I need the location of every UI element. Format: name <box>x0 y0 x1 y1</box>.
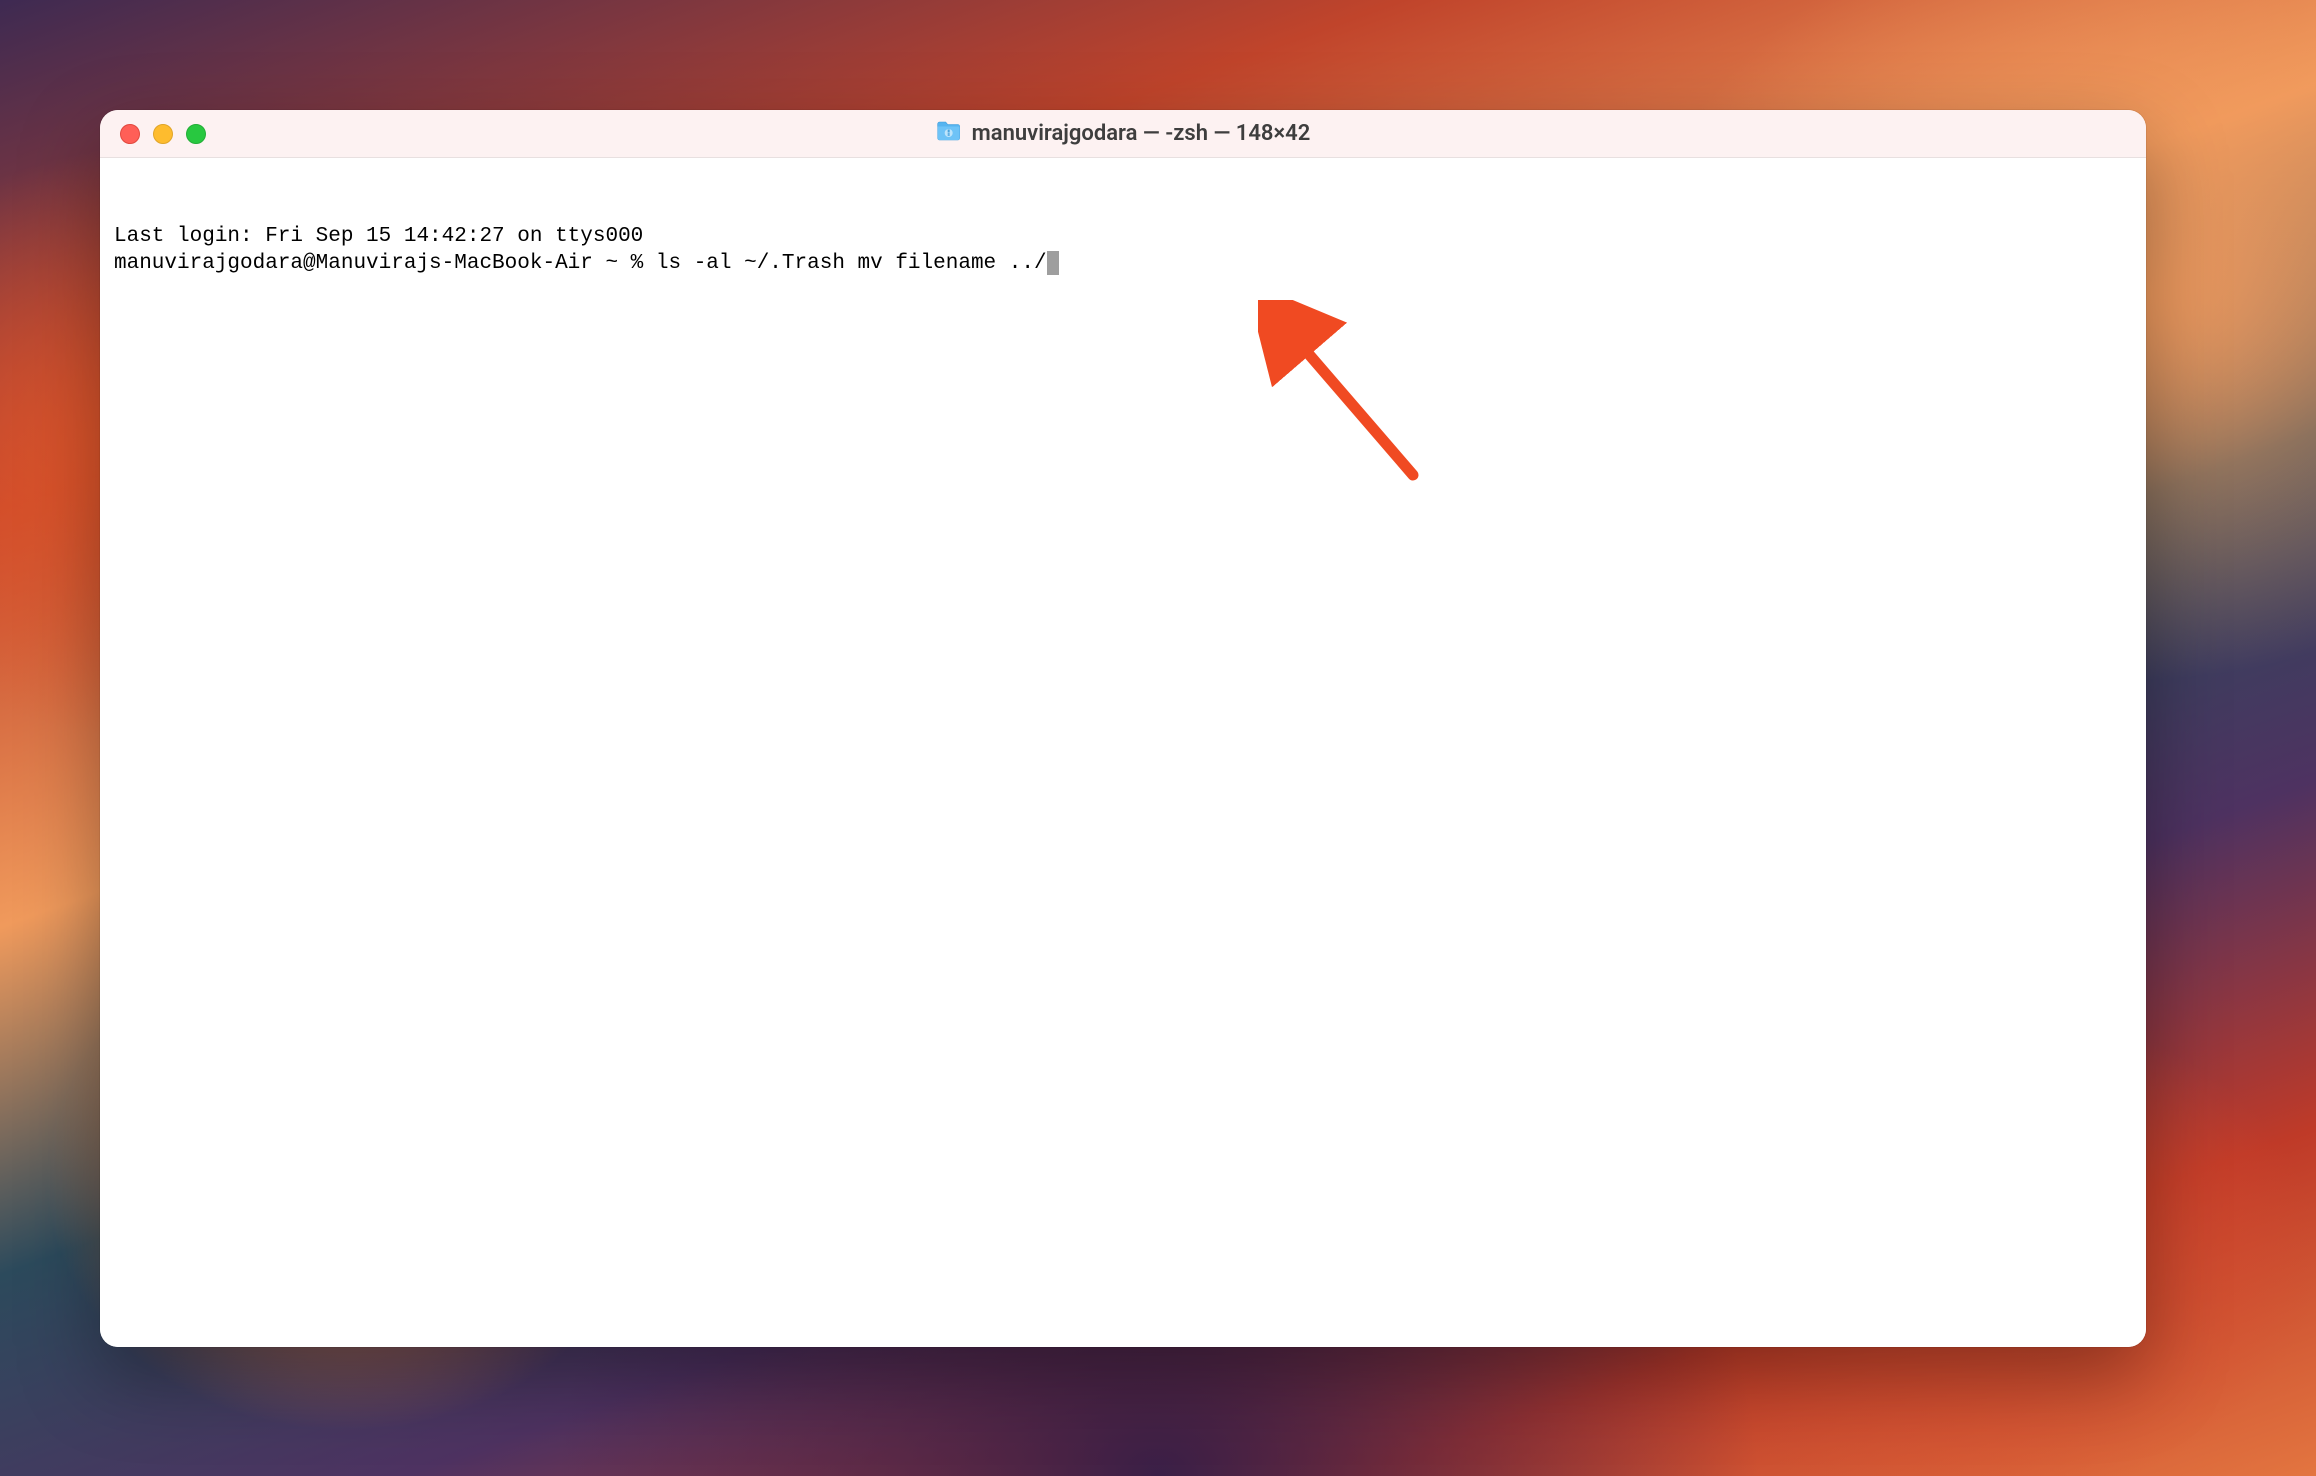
last-login-line: Last login: Fri Sep 15 14:42:27 on ttys0… <box>114 224 2132 251</box>
window-close-button[interactable] <box>120 124 140 144</box>
window-maximize-button[interactable] <box>186 124 206 144</box>
text-cursor <box>1047 251 1059 275</box>
terminal-content[interactable]: Last login: Fri Sep 15 14:42:27 on ttys0… <box>100 158 2146 1347</box>
window-minimize-button[interactable] <box>153 124 173 144</box>
window-title: manuvirajgodara — -zsh — 148×42 <box>936 120 1311 148</box>
window-titlebar[interactable]: manuvirajgodara — -zsh — 148×42 <box>100 110 2146 158</box>
command-input[interactable]: ls -al ~/.Trash mv filename ../ <box>656 252 1047 275</box>
shell-prompt: manuvirajgodara@Manuvirajs-MacBook-Air ~… <box>114 252 656 275</box>
window-title-text: manuvirajgodara — -zsh — 148×42 <box>972 121 1311 146</box>
traffic-lights <box>100 124 206 144</box>
prompt-line: manuvirajgodara@Manuvirajs-MacBook-Air ~… <box>114 251 2132 278</box>
folder-icon <box>936 120 962 148</box>
annotation-arrow-icon <box>1182 273 1458 537</box>
terminal-window[interactable]: manuvirajgodara — -zsh — 148×42 Last log… <box>100 110 2146 1347</box>
